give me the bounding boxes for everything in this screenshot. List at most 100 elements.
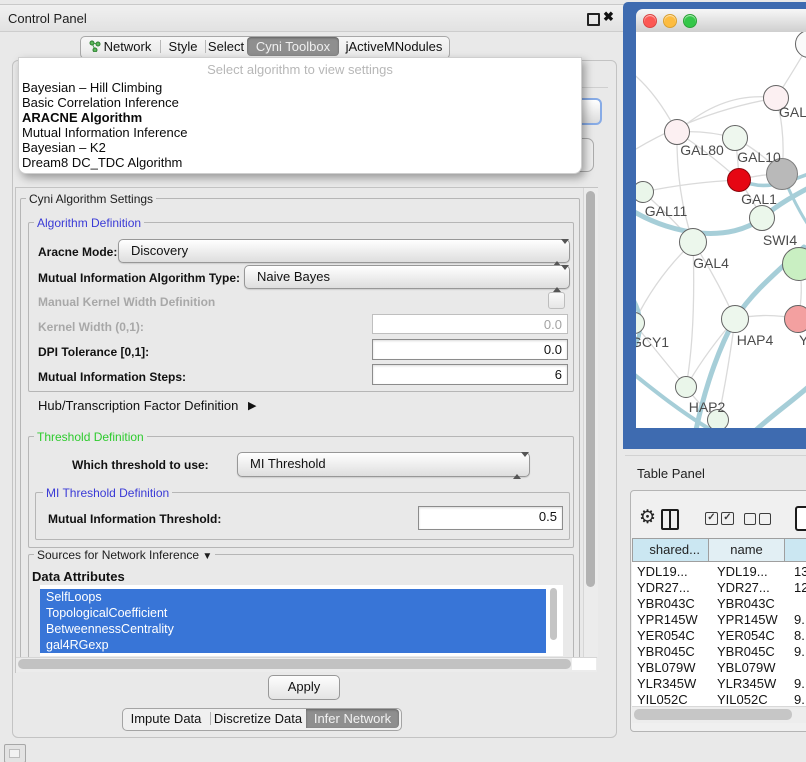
- cell[interactable]: [785, 596, 806, 612]
- table-row[interactable]: YBR043CYBR043C: [632, 596, 806, 612]
- table-row[interactable]: YBR045CYBR045C9.: [632, 644, 806, 660]
- network-node-gal10[interactable]: [722, 125, 748, 151]
- close-panel-icon[interactable]: ✖: [603, 9, 614, 25]
- cell[interactable]: YIL052C: [709, 692, 785, 706]
- cell[interactable]: 9.: [785, 692, 806, 706]
- collapse-arrow-icon[interactable]: ▼: [202, 551, 212, 562]
- manual-kernel-width-checkbox[interactable]: [548, 292, 565, 309]
- mi-algorithm-type-combobox[interactable]: Naive Bayes: [244, 265, 570, 289]
- list-scrollbar-thumb[interactable]: [550, 588, 557, 640]
- table-row[interactable]: YLR345WYLR345W9.: [632, 676, 806, 692]
- cell[interactable]: YDR27...: [709, 580, 785, 596]
- network-node-hap2[interactable]: [675, 376, 697, 398]
- list-item[interactable]: BetweennessCentrality: [40, 621, 546, 637]
- network-icon: [89, 40, 101, 52]
- network-node-hap4[interactable]: [721, 305, 749, 333]
- tab-style[interactable]: Style: [162, 37, 204, 56]
- deselect-all-checkbox-icon[interactable]: [744, 513, 756, 525]
- cell[interactable]: [785, 660, 806, 676]
- column-header-partial[interactable]: [785, 538, 806, 562]
- cell[interactable]: 8.: [785, 628, 806, 644]
- show-columns-icon[interactable]: [661, 509, 679, 530]
- apply-button[interactable]: Apply: [268, 675, 340, 700]
- vertical-scrollbar-thumb[interactable]: [586, 191, 595, 587]
- cell[interactable]: YDR27...: [632, 580, 709, 596]
- hub-transcription-factor-label: Hub/Transcription Factor Definition: [38, 398, 238, 413]
- kernel-width-field[interactable]: 0.0: [372, 314, 568, 334]
- cell[interactable]: YER054C: [709, 628, 785, 644]
- cell[interactable]: YDL19...: [709, 564, 785, 580]
- network-node-gal4[interactable]: [679, 228, 707, 256]
- horizontal-scrollbar-thumb[interactable]: [18, 659, 571, 669]
- cell[interactable]: 13: [785, 564, 806, 580]
- aracne-mode-combobox[interactable]: Discovery: [118, 239, 570, 263]
- table-row[interactable]: YIL052CYIL052C9.: [632, 692, 806, 706]
- tab-impute-data[interactable]: Impute Data: [124, 709, 208, 728]
- mi-threshold-field[interactable]: 0.5: [418, 506, 563, 530]
- select-all-checkbox-icon[interactable]: ✓: [721, 512, 734, 525]
- tab-jactivemnodules[interactable]: jActiveMNodules: [341, 37, 447, 56]
- network-node-gal1[interactable]: [727, 168, 751, 192]
- cell[interactable]: YPR145W: [709, 612, 785, 628]
- popup-item-mutual-information[interactable]: Mutual Information Inference: [22, 125, 572, 140]
- tab-discretize-data[interactable]: Discretize Data: [212, 709, 304, 728]
- column-header-shared-name[interactable]: shared...: [632, 538, 709, 562]
- zoom-window-icon[interactable]: [683, 14, 697, 28]
- cell[interactable]: YPR145W: [632, 612, 709, 628]
- tab-select[interactable]: Select: [207, 37, 245, 56]
- list-item[interactable]: TopologicalCoefficient: [40, 605, 546, 621]
- cell[interactable]: YBR045C: [709, 644, 785, 660]
- deselect-all-checkbox-icon[interactable]: [759, 513, 771, 525]
- cell[interactable]: YBR045C: [632, 644, 709, 660]
- algorithm-dropdown-popup: Select algorithm to view settings Bayesi…: [18, 57, 582, 174]
- network-window-titlebar[interactable]: [636, 9, 806, 33]
- minimized-panel-button[interactable]: [4, 744, 26, 762]
- column-header-name[interactable]: name: [709, 538, 785, 562]
- gear-icon[interactable]: ⚙: [639, 506, 656, 529]
- table-horizontal-scrollbar-thumb[interactable]: [634, 709, 792, 720]
- cell[interactable]: YLR345W: [632, 676, 709, 692]
- popup-item-aracne[interactable]: ARACNE Algorithm: [22, 110, 572, 125]
- tab-infer-network[interactable]: Infer Network: [306, 709, 399, 728]
- network-node-swi4[interactable]: [749, 205, 775, 231]
- popup-item-dream8[interactable]: Dream8 DC_TDC Algorithm: [22, 155, 572, 170]
- popup-item-basic-correlation[interactable]: Basic Correlation Inference: [22, 95, 572, 110]
- network-canvas[interactable]: GAL GAL80 GAL10 GAL1 GAL11 SWI4 GAL4 GCY…: [636, 32, 806, 428]
- mi-steps-field[interactable]: 6: [372, 364, 568, 385]
- network-node-y-partial[interactable]: [784, 305, 806, 333]
- list-item[interactable]: gal4RGexp: [40, 637, 546, 653]
- list-item[interactable]: SelfLoops: [40, 589, 546, 605]
- cell[interactable]: YBR043C: [709, 596, 785, 612]
- which-threshold-combobox[interactable]: MI Threshold: [237, 452, 530, 477]
- data-attributes-list[interactable]: SelfLoops TopologicalCoefficient Between…: [40, 585, 563, 656]
- cell[interactable]: 12: [785, 580, 806, 596]
- expand-arrow-icon[interactable]: ▶: [248, 399, 256, 412]
- cell[interactable]: YIL052C: [632, 692, 709, 706]
- tab-network[interactable]: Network: [82, 37, 158, 56]
- float-panel-icon[interactable]: [587, 13, 600, 26]
- cell[interactable]: 9.: [785, 644, 806, 660]
- cell[interactable]: YBR043C: [632, 596, 709, 612]
- sources-title-text: Sources for Network Inference: [37, 548, 199, 562]
- popup-item-bayesian-k2[interactable]: Bayesian – K2: [22, 140, 572, 155]
- node-label: GAL11: [645, 203, 688, 219]
- select-all-checkbox-icon[interactable]: ✓: [705, 512, 718, 525]
- cell[interactable]: YBL079W: [709, 660, 785, 676]
- table-row[interactable]: YDL19...YDL19...13: [632, 564, 806, 580]
- cell[interactable]: YER054C: [632, 628, 709, 644]
- cell[interactable]: 9.: [785, 676, 806, 692]
- cell[interactable]: 9.: [785, 612, 806, 628]
- dpi-tolerance-field[interactable]: 0.0: [372, 339, 568, 360]
- cell[interactable]: YLR345W: [709, 676, 785, 692]
- cell[interactable]: YDL19...: [632, 564, 709, 580]
- popup-item-bayesian-hill[interactable]: Bayesian – Hill Climbing: [22, 80, 572, 95]
- new-table-icon[interactable]: [795, 506, 806, 531]
- cell[interactable]: YBL079W: [632, 660, 709, 676]
- close-window-icon[interactable]: [643, 14, 657, 28]
- table-row[interactable]: YDR27...YDR27...12: [632, 580, 806, 596]
- minimize-window-icon[interactable]: [663, 14, 677, 28]
- table-row[interactable]: YPR145WYPR145W9.: [632, 612, 806, 628]
- table-row[interactable]: YBL079WYBL079W: [632, 660, 806, 676]
- table-row[interactable]: YER054CYER054C8.: [632, 628, 806, 644]
- tab-cyni-toolbox[interactable]: Cyni Toolbox: [247, 37, 339, 56]
